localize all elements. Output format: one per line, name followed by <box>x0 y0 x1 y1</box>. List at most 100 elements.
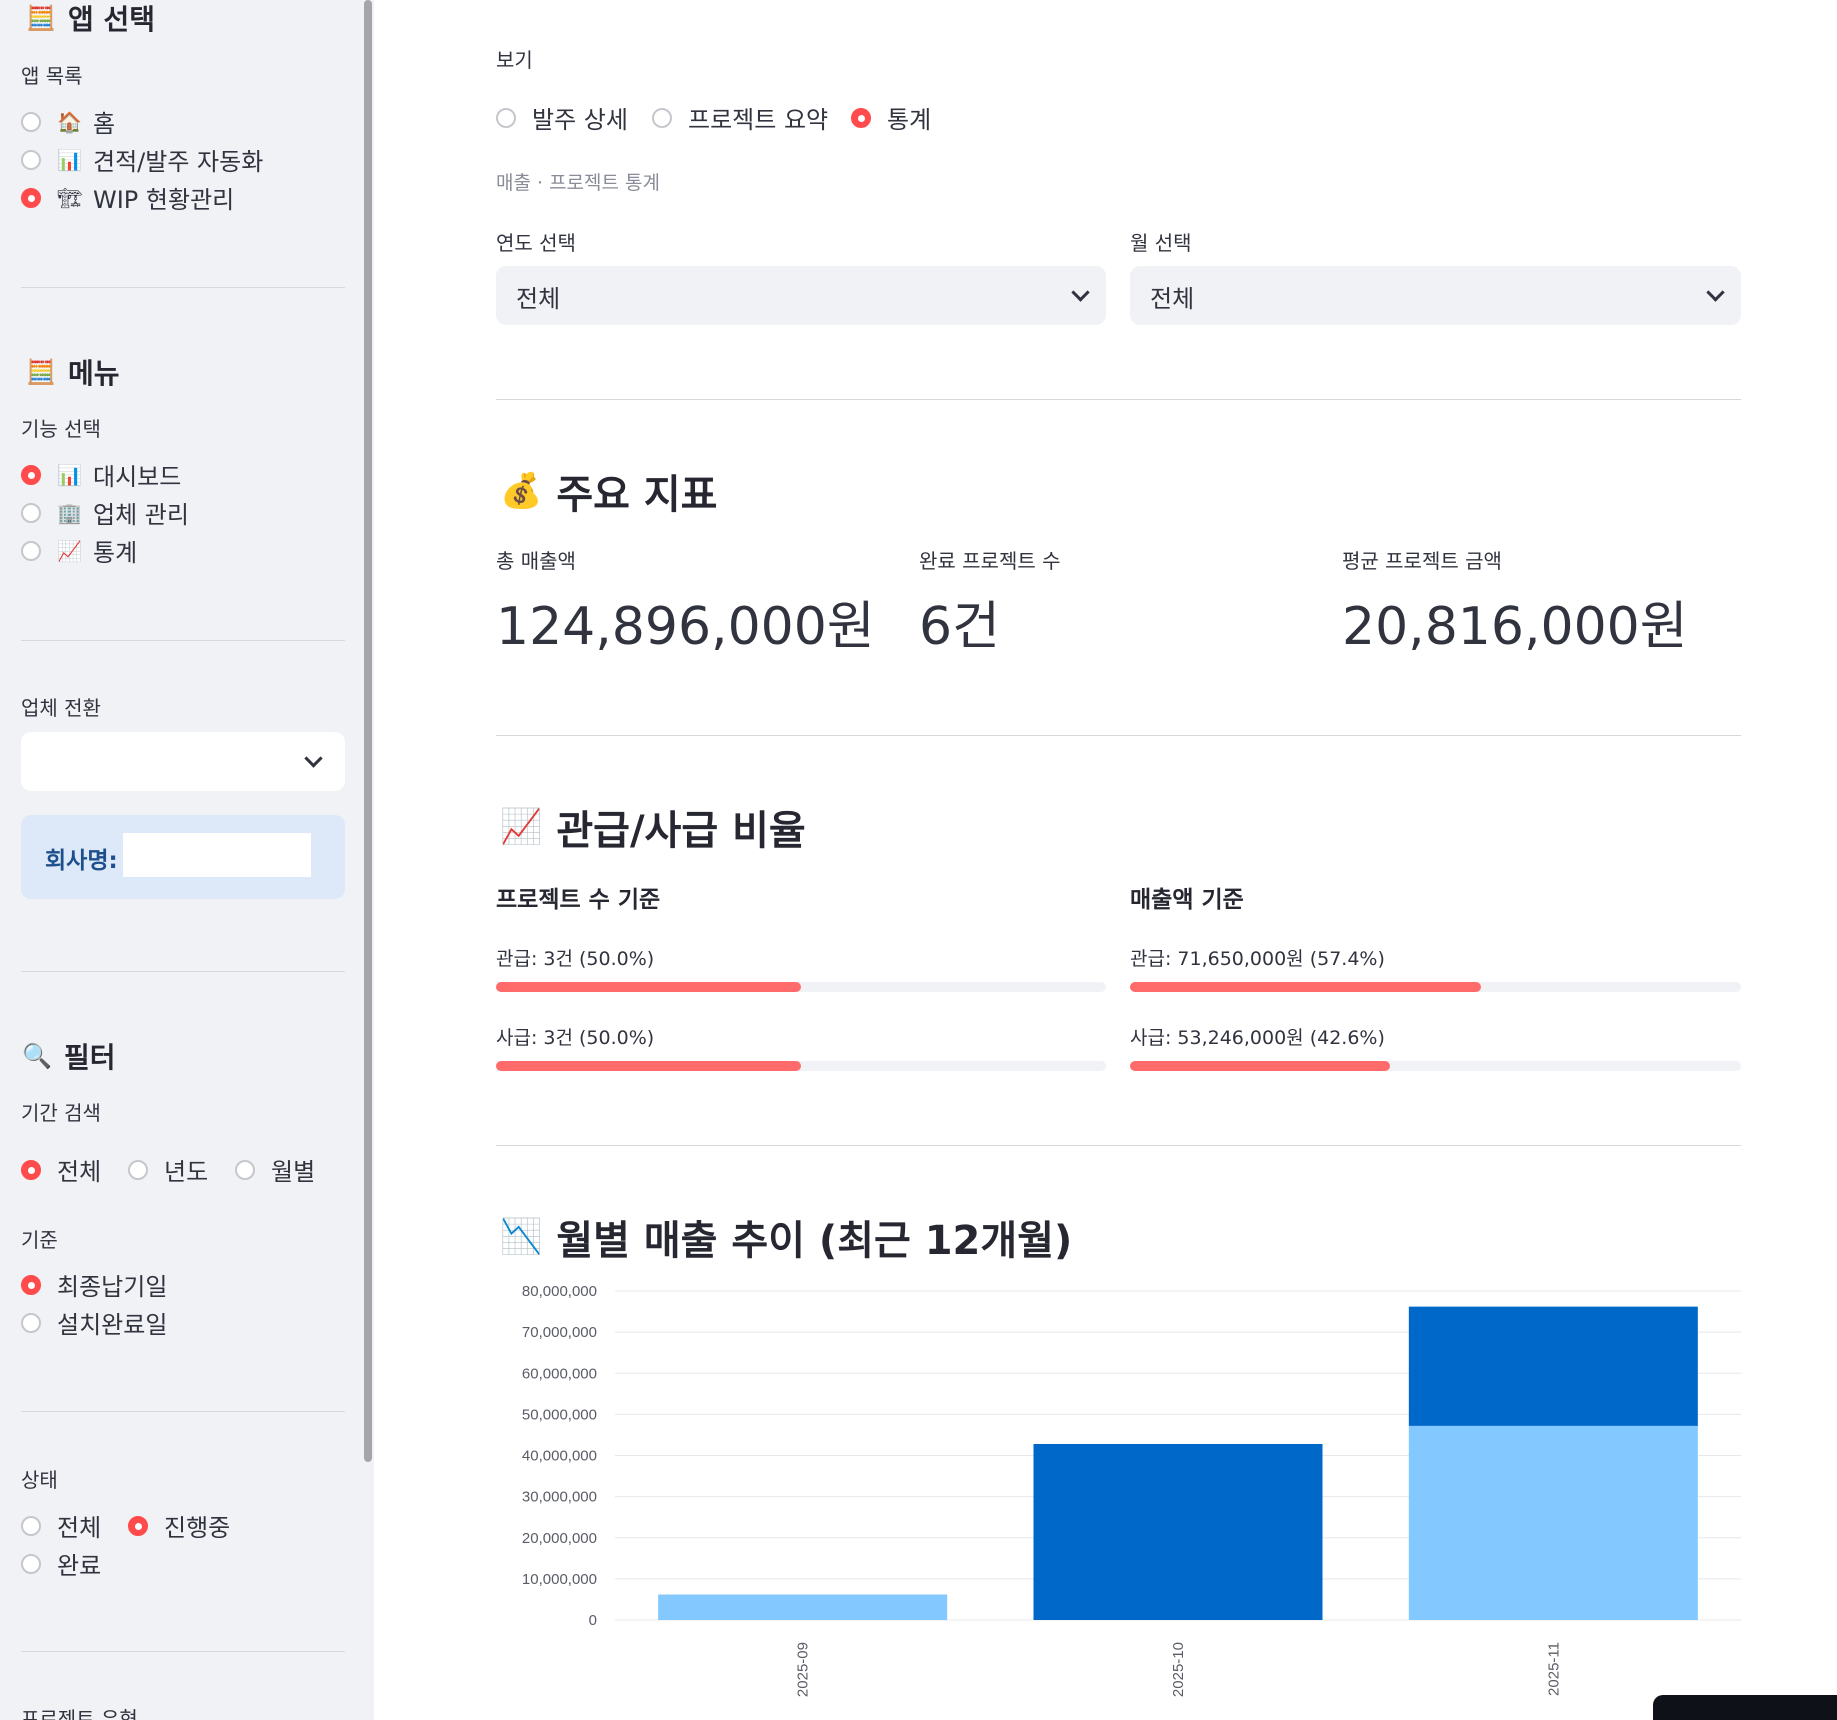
ratio-label-count-public: 관급: 3건 (50.0%) <box>496 948 655 970</box>
progress-fill <box>1130 1061 1391 1071</box>
month-select[interactable]: 전체 <box>1130 266 1741 325</box>
basis-option-final-delivery[interactable]: 최종납기일 <box>21 1267 167 1302</box>
radio-button[interactable] <box>21 1553 41 1574</box>
radio-button[interactable] <box>21 149 41 170</box>
radio-button[interactable] <box>21 502 41 523</box>
app-list-label: 앱 목록 <box>21 64 83 88</box>
menu-item-company[interactable]: 🏢 업체 관리 <box>21 495 189 530</box>
view-option-stats[interactable]: 통계 <box>851 100 931 135</box>
basis-option-label: 최종납기일 <box>57 1273 168 1301</box>
menu-section-heading: 🧮 메뉴 <box>26 352 120 392</box>
y-tick-label: 30,000,000 <box>522 1489 597 1506</box>
y-tick-label: 70,000,000 <box>522 1324 597 1341</box>
radio-button-selected[interactable] <box>128 1515 148 1536</box>
radio-button[interactable] <box>128 1159 148 1180</box>
menu-item-stats[interactable]: 📈 통계 <box>21 533 137 568</box>
magnifier-icon: 🔍 <box>22 1042 52 1070</box>
amount-basis-heading: 매출액 기준 <box>1130 887 1244 913</box>
view-option-project-summary[interactable]: 프로젝트 요약 <box>652 100 828 135</box>
status-option-all[interactable]: 전체 <box>21 1508 101 1543</box>
y-tick-label: 0 <box>589 1612 597 1629</box>
sidebar: 🧮 앱 선택 앱 목록 🏠 홈 📊 견적/발주 자동화 🏗 WIP 현황관리 🧮… <box>0 0 374 1720</box>
year-select[interactable]: 전체 <box>496 266 1106 325</box>
radio-button-selected[interactable] <box>21 1274 41 1295</box>
basis-option-label: 설치완료일 <box>57 1311 168 1339</box>
ratio-label-amount-public: 관급: 71,650,000원 (57.4%) <box>1130 948 1385 970</box>
progress-track <box>1130 1061 1741 1071</box>
y-tick-label: 60,000,000 <box>522 1365 597 1382</box>
radio-button[interactable] <box>21 540 41 561</box>
divider <box>496 399 1741 400</box>
company-switch-select[interactable] <box>21 732 345 791</box>
floating-toolbar[interactable] <box>1653 1695 1837 1720</box>
menu-item-label: 업체 관리 <box>93 501 189 529</box>
bar-segment[interactable] <box>658 1594 948 1620</box>
y-tick-label: 80,000,000 <box>522 1283 597 1300</box>
company-name-value <box>123 833 311 877</box>
chart-increasing-icon: 📈 <box>500 807 543 847</box>
y-tick-label: 40,000,000 <box>522 1448 597 1465</box>
basis-option-install-complete[interactable]: 설치완료일 <box>21 1305 167 1340</box>
menu-item-label: 대시보드 <box>93 463 182 491</box>
view-option-label: 통계 <box>887 106 932 134</box>
radio-button[interactable] <box>21 111 41 132</box>
app-item-quote-order[interactable]: 📊 견적/발주 자동화 <box>21 142 263 177</box>
progress-fill <box>496 982 801 992</box>
company-switch-label: 업체 전환 <box>21 696 101 720</box>
status-option-label: 완료 <box>57 1552 102 1580</box>
filter-heading: 🔍 필터 <box>22 1036 116 1076</box>
ratio-title: 관급/사급 비율 <box>556 808 806 854</box>
progress-track <box>496 1061 1106 1071</box>
bar-segment[interactable] <box>1408 1425 1698 1620</box>
metric-value-completed-projects: 6건 <box>919 597 1000 657</box>
period-option-all[interactable]: 전체 <box>21 1152 101 1187</box>
status-option-in-progress[interactable]: 진행중 <box>128 1508 230 1543</box>
app-item-label: WIP 현황관리 <box>93 186 235 214</box>
monthly-title: 월별 매출 추이 (최근 12개월) <box>556 1218 1073 1264</box>
view-option-label: 발주 상세 <box>532 106 628 134</box>
view-option-order-detail[interactable]: 발주 상세 <box>496 100 628 135</box>
monthly-heading: 📉 월별 매출 추이 (최근 12개월) <box>500 1208 1072 1266</box>
basis-label: 기준 <box>21 1228 58 1252</box>
progress-fill <box>1130 982 1481 992</box>
period-option-year[interactable]: 년도 <box>128 1152 208 1187</box>
radio-button-selected[interactable] <box>21 1159 41 1180</box>
view-option-label: 프로젝트 요약 <box>688 106 829 134</box>
count-basis-heading: 프로젝트 수 기준 <box>496 887 661 913</box>
radio-button[interactable] <box>21 1312 41 1333</box>
radio-button[interactable] <box>496 107 516 128</box>
menu-item-dashboard[interactable]: 📊 대시보드 <box>21 457 181 492</box>
bar-segment[interactable] <box>1033 1443 1323 1620</box>
radio-button[interactable] <box>235 1159 255 1180</box>
radio-button[interactable] <box>21 1515 41 1536</box>
money-bag-icon: 💰 <box>500 471 543 511</box>
app-item-wip[interactable]: 🏗 WIP 현황관리 <box>21 180 234 215</box>
company-info-box: 회사명: <box>21 815 345 899</box>
period-option-label: 월별 <box>271 1158 316 1186</box>
metric-label-avg-project: 평균 프로젝트 금액 <box>1342 549 1502 573</box>
x-tick-label: 2025-11 <box>1545 1642 1562 1696</box>
status-option-complete[interactable]: 완료 <box>21 1546 101 1581</box>
radio-button-selected[interactable] <box>21 464 41 485</box>
radio-button-selected[interactable] <box>21 187 41 208</box>
chevron-down-icon <box>304 749 323 768</box>
period-option-label: 전체 <box>57 1158 102 1186</box>
app-section-title: 앱 선택 <box>68 3 156 36</box>
app-item-home[interactable]: 🏠 홈 <box>21 104 115 139</box>
radio-button-selected[interactable] <box>851 107 871 128</box>
main-content: 보기 발주 상세 프로젝트 요약 통계 매출 · 프로젝트 통계 연도 선택 전… <box>374 0 1837 1720</box>
metric-value-avg-project: 20,816,000원 <box>1342 597 1688 657</box>
monthly-sales-chart: 0 10,000,000 20,000,000 30,000,000 40,000,00… <box>522 1283 1741 1697</box>
house-icon: 🏠 <box>57 109 82 134</box>
function-select-label: 기능 선택 <box>21 417 101 441</box>
metric-label-completed-projects: 완료 프로젝트 수 <box>919 549 1061 573</box>
sidebar-scrollbar[interactable] <box>364 0 372 1462</box>
divider <box>496 735 1741 736</box>
month-select-value: 전체 <box>1150 285 1195 313</box>
divider <box>21 287 345 288</box>
y-tick-label: 50,000,000 <box>522 1406 597 1423</box>
radio-button[interactable] <box>652 107 672 128</box>
period-option-month[interactable]: 월별 <box>235 1152 315 1187</box>
kpi-heading: 💰 주요 지표 <box>500 462 717 520</box>
bar-segment[interactable] <box>1408 1306 1698 1426</box>
